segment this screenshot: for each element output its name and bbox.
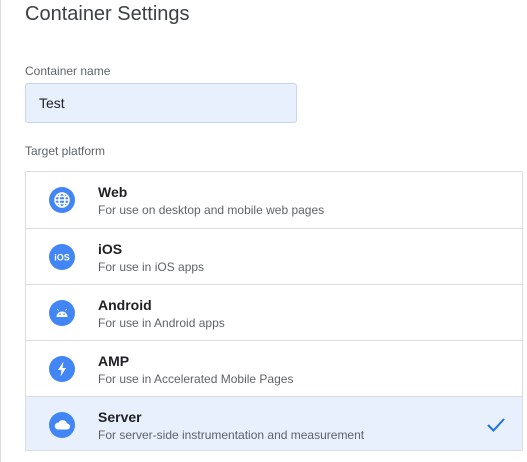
platform-option-amp[interactable]: AMP For use in Accelerated Mobile Pages (26, 340, 522, 396)
platform-option-web[interactable]: Web For use on desktop and mobile web pa… (26, 172, 522, 228)
android-icon (49, 300, 75, 326)
target-platform-list: Web For use on desktop and mobile web pa… (25, 171, 523, 451)
checkmark-icon (487, 418, 505, 432)
ios-icon: iOS (49, 244, 75, 270)
platform-option-android[interactable]: Android For use in Android apps (26, 284, 522, 340)
target-platform-label: Target platform (25, 144, 106, 158)
platform-description: For use in iOS apps (98, 260, 205, 274)
container-name-label: Container name (25, 64, 111, 78)
platform-name: AMP (98, 353, 130, 369)
platform-description: For use in Android apps (98, 316, 225, 330)
platform-option-server[interactable]: Server For server-side instrumentation a… (26, 396, 522, 450)
lightning-icon (49, 356, 75, 382)
platform-description: For use in Accelerated Mobile Pages (98, 372, 294, 386)
platform-description: For use on desktop and mobile web pages (98, 203, 325, 217)
left-divider (0, 0, 1, 462)
platform-name: Android (98, 297, 152, 313)
platform-name: Server (98, 409, 142, 425)
cloud-icon (49, 412, 75, 438)
platform-name: iOS (98, 241, 123, 257)
globe-icon (49, 187, 75, 213)
svg-text:iOS: iOS (54, 253, 70, 263)
page-title: Container Settings (25, 3, 190, 25)
platform-name: Web (98, 184, 128, 200)
platform-description: For server-side instrumentation and meas… (98, 428, 365, 442)
platform-option-ios[interactable]: iOS iOS For use in iOS apps (26, 228, 522, 284)
container-name-input[interactable] (25, 83, 297, 123)
